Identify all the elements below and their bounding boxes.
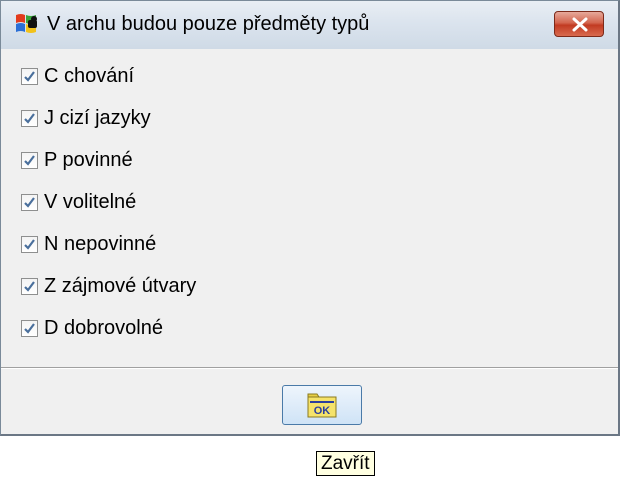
close-icon — [572, 17, 588, 32]
checkbox[interactable] — [21, 151, 38, 169]
check-icon — [24, 238, 35, 250]
check-icon — [24, 70, 35, 82]
check-icon — [24, 154, 35, 166]
checkbox[interactable] — [21, 109, 38, 127]
option-d-dobrovolne[interactable]: D dobrovolné — [21, 313, 163, 343]
checkbox[interactable] — [21, 277, 38, 295]
check-icon — [24, 112, 35, 124]
check-icon — [24, 280, 35, 292]
option-label: C chování — [44, 64, 135, 87]
checkbox[interactable] — [21, 193, 38, 211]
close-button[interactable] — [554, 11, 604, 37]
ok-folder-icon: OK — [307, 393, 337, 418]
option-v-volitelne[interactable]: V volitelné — [21, 187, 136, 217]
option-label: N nepovinné — [44, 232, 157, 255]
dialog-window: V archu budou pouze předměty typů C chov… — [0, 0, 620, 436]
option-n-nepovinne[interactable]: N nepovinné — [21, 229, 156, 259]
option-label: D dobrovolné — [44, 316, 163, 339]
check-icon — [24, 196, 35, 208]
option-label: V volitelné — [44, 190, 137, 213]
tooltip: Zavřít — [316, 451, 375, 476]
windows-flag-icon[interactable] — [13, 11, 39, 37]
check-icon — [24, 322, 35, 334]
checkbox[interactable] — [21, 235, 38, 253]
dialog-title: V archu budou pouze předměty typů — [47, 13, 370, 35]
option-z-zajmove-utvary[interactable]: Z zájmové útvary — [21, 271, 196, 301]
checkbox[interactable] — [21, 319, 38, 337]
ok-label: OK — [314, 405, 331, 417]
option-c-chovani[interactable]: C chování — [21, 61, 134, 91]
ok-button[interactable]: OK — [282, 385, 362, 425]
option-p-povinne[interactable]: P povinné — [21, 145, 133, 175]
footer-divider — [1, 367, 618, 369]
options-panel: C chování J cizí jazyky P povinné V voli… — [1, 49, 618, 367]
option-j-cizi-jazyky[interactable]: J cizí jazyky — [21, 103, 151, 133]
option-label: J cizí jazyky — [44, 106, 151, 129]
title-bar[interactable]: V archu budou pouze předměty typů — [1, 1, 618, 50]
option-label: Z zájmové útvary — [44, 274, 197, 297]
option-label: P povinné — [44, 148, 133, 171]
checkbox[interactable] — [21, 67, 38, 85]
